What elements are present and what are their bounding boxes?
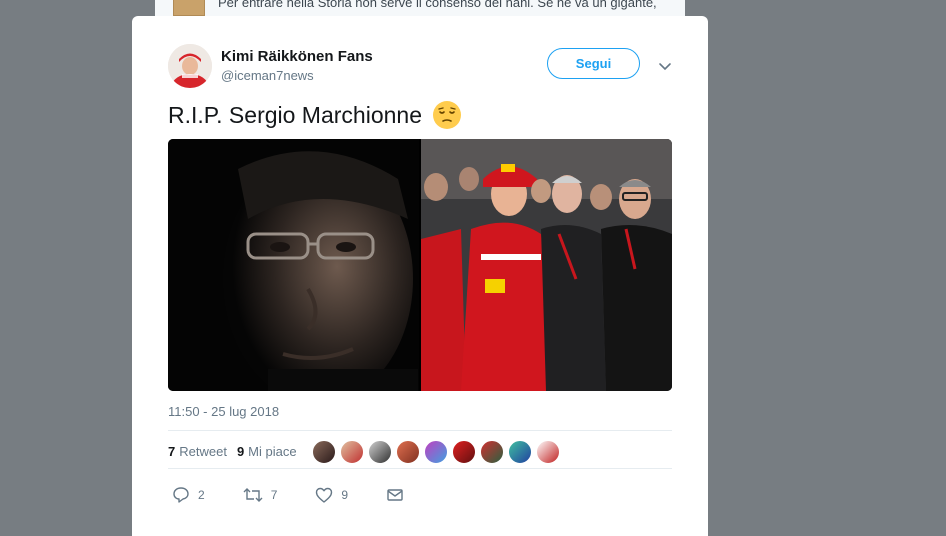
divider <box>168 430 672 431</box>
engagement-stats: 7 Retweet 9 Mi piace <box>168 444 307 459</box>
tweet-timestamp[interactable]: 11:50 - 25 lug 2018 <box>168 404 279 419</box>
liker-avatar[interactable] <box>396 440 420 464</box>
liker-avatar[interactable] <box>536 440 560 464</box>
liker-avatar[interactable] <box>424 440 448 464</box>
background-avatar <box>173 0 205 16</box>
liker-avatar[interactable] <box>452 440 476 464</box>
reply-count: 2 <box>198 488 205 502</box>
tweet-modal: Kimi Räikkönen Fans @iceman7news Segui R… <box>132 16 708 536</box>
liker-avatar[interactable] <box>340 440 364 464</box>
liker-avatar[interactable] <box>312 440 336 464</box>
direct-message-button[interactable] <box>386 486 412 504</box>
author-name[interactable]: Kimi Räikkönen Fans <box>221 48 373 65</box>
tweet-actions: 2 7 9 <box>172 486 450 504</box>
retweet-action-count: 7 <box>270 488 278 502</box>
reply-button[interactable]: 2 <box>172 486 205 504</box>
background-timeline: Per entrare nella Storia non serve il co… <box>155 0 685 16</box>
like-count: 9 <box>236 444 245 459</box>
retweet-count: 7 <box>168 444 176 459</box>
likers-avatars <box>312 440 564 464</box>
like-action-count: 9 <box>341 488 349 502</box>
liker-avatar[interactable] <box>508 440 532 464</box>
reply-icon <box>173 487 189 503</box>
like-stat-label: Mi piace <box>248 444 297 459</box>
background-tweet-text: Per entrare nella Storia non serve il co… <box>218 0 657 10</box>
retweet-icon <box>243 488 263 502</box>
retweet-stat[interactable]: 7 Retweet <box>168 444 227 459</box>
liker-avatar[interactable] <box>480 440 504 464</box>
tweet-text-container: R.I.P. Sergio Marchionne <box>168 100 462 130</box>
like-button[interactable]: 9 <box>315 486 348 504</box>
photo-ferrari-team[interactable] <box>421 139 672 391</box>
follow-button[interactable]: Segui <box>547 48 640 79</box>
heart-icon <box>316 487 333 503</box>
like-stat[interactable]: 9 Mi piace <box>237 444 297 459</box>
retweet-button[interactable]: 7 <box>243 486 278 504</box>
author-handle[interactable]: @iceman7news <box>221 68 314 83</box>
pensive-face-emoji-icon <box>432 100 462 130</box>
envelope-icon <box>387 489 403 501</box>
tweet-media[interactable] <box>168 139 672 391</box>
divider <box>168 468 672 469</box>
liker-avatar[interactable] <box>368 440 392 464</box>
retweet-stat-label: Retweet <box>179 444 227 459</box>
tweet-text: R.I.P. Sergio Marchionne <box>168 101 422 128</box>
photo-portrait[interactable] <box>168 139 419 391</box>
author-avatar[interactable] <box>168 44 212 88</box>
chevron-down-icon[interactable] <box>657 58 673 74</box>
